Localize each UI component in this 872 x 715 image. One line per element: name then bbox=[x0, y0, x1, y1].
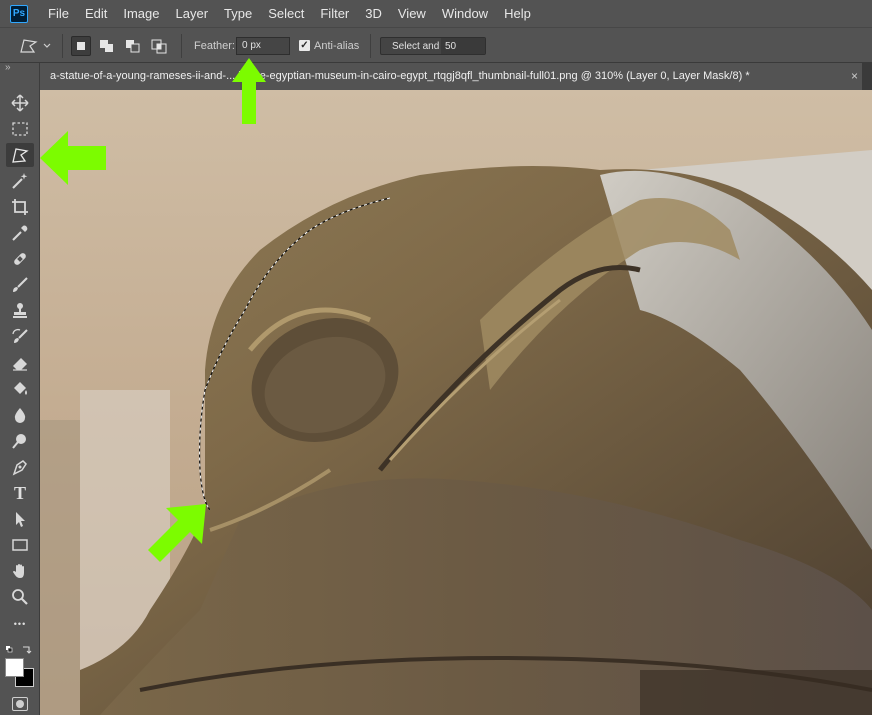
clone-stamp-tool[interactable] bbox=[6, 299, 34, 323]
eyedropper-icon bbox=[12, 225, 28, 241]
quick-mask-icon[interactable] bbox=[12, 697, 28, 711]
pen-nib-icon bbox=[12, 460, 27, 476]
menu-layer[interactable]: Layer bbox=[168, 0, 217, 27]
move-icon bbox=[11, 94, 29, 112]
separator bbox=[370, 34, 371, 58]
magic-wand-icon bbox=[12, 173, 28, 189]
annotation-arrow-left bbox=[40, 131, 106, 185]
pen-tool[interactable] bbox=[6, 455, 34, 479]
dodge-tool[interactable] bbox=[6, 429, 34, 453]
menu-file[interactable]: File bbox=[40, 0, 77, 27]
menu-window[interactable]: Window bbox=[434, 0, 496, 27]
menu-3d[interactable]: 3D bbox=[357, 0, 390, 27]
hand-tool[interactable] bbox=[6, 559, 34, 583]
crop-tool[interactable] bbox=[6, 195, 34, 219]
antialias-checkbox[interactable]: ✓ bbox=[299, 40, 310, 51]
foreground-color-swatch[interactable] bbox=[5, 658, 24, 677]
type-tool[interactable]: T bbox=[6, 481, 34, 505]
hand-icon bbox=[13, 564, 24, 578]
tools-panel: » T ••• bbox=[0, 62, 40, 715]
rectangle-shape-icon bbox=[12, 539, 28, 551]
annotation-arrow-up bbox=[232, 58, 266, 124]
eraser-icon bbox=[13, 358, 27, 371]
select-and-label: Select and bbox=[392, 41, 440, 52]
menu-view[interactable]: View bbox=[390, 0, 434, 27]
add-to-selection-button[interactable] bbox=[97, 36, 117, 56]
separator bbox=[62, 34, 63, 58]
brush-icon bbox=[13, 277, 28, 292]
menu-edit[interactable]: Edit bbox=[77, 0, 115, 27]
subtract-from-selection-button[interactable] bbox=[123, 36, 143, 56]
feather-label: Feather: bbox=[194, 40, 235, 52]
path-selection-arrow-icon bbox=[16, 512, 25, 527]
menu-type[interactable]: Type bbox=[216, 0, 260, 27]
new-selection-button[interactable] bbox=[71, 36, 91, 56]
rectangle-marquee-icon bbox=[12, 122, 28, 136]
select-and-mask-button[interactable]: Select and 50 bbox=[380, 37, 486, 55]
eraser-tool[interactable] bbox=[6, 351, 34, 375]
menu-image[interactable]: Image bbox=[115, 0, 167, 27]
annotation-arrow-diagonal bbox=[148, 504, 206, 562]
statue-photo bbox=[40, 90, 872, 715]
healing-brush-tool[interactable] bbox=[6, 247, 34, 271]
document-canvas[interactable] bbox=[40, 90, 872, 715]
magic-wand-tool[interactable] bbox=[6, 169, 34, 193]
close-icon[interactable]: × bbox=[851, 63, 858, 90]
type-icon: T bbox=[13, 482, 26, 503]
antialias-label: Anti-alias bbox=[314, 40, 360, 52]
brush-tool[interactable] bbox=[6, 273, 34, 297]
history-brush-tool[interactable] bbox=[6, 325, 34, 349]
path-selection-tool[interactable] bbox=[6, 507, 34, 531]
options-bar: Feather: 0 px ✓ Anti-alias Select and 50 bbox=[0, 27, 872, 63]
intersect-selection-button[interactable] bbox=[149, 36, 169, 56]
stamp-icon bbox=[13, 303, 27, 318]
blur-tool[interactable] bbox=[6, 403, 34, 427]
feather-input[interactable]: 0 px bbox=[236, 37, 290, 55]
more-tools[interactable]: ••• bbox=[6, 612, 34, 636]
move-tool[interactable] bbox=[6, 91, 34, 115]
menu-help[interactable]: Help bbox=[496, 0, 539, 27]
tool-preset-picker[interactable] bbox=[18, 36, 52, 56]
dodge-icon bbox=[12, 434, 26, 449]
photoshop-logo: Ps bbox=[10, 4, 28, 23]
menu-filter[interactable]: Filter bbox=[312, 0, 357, 27]
bandage-icon bbox=[14, 253, 26, 265]
document-tab-bar: a-statue-of-a-young-rameses-ii-and-... i… bbox=[40, 63, 872, 90]
ellipsis-icon: ••• bbox=[13, 619, 27, 629]
document-tab[interactable]: a-statue-of-a-young-rameses-ii-and-... i… bbox=[40, 63, 862, 90]
rectangle-tool[interactable] bbox=[6, 533, 34, 557]
magnifier-icon bbox=[12, 589, 28, 605]
collapse-icon[interactable]: » bbox=[5, 62, 11, 73]
marquee-tool[interactable] bbox=[6, 117, 34, 141]
swap-colors-icon bbox=[6, 646, 32, 654]
polygonal-lasso-tool[interactable] bbox=[6, 143, 34, 167]
document-title: a-statue-of-a-young-rameses-ii-and-... i… bbox=[50, 70, 750, 82]
paint-bucket-icon bbox=[14, 382, 27, 395]
polygonal-lasso-icon bbox=[12, 148, 29, 163]
zoom-tool[interactable] bbox=[6, 585, 34, 609]
foreground-background-colors[interactable] bbox=[4, 657, 36, 687]
menu-select[interactable]: Select bbox=[260, 0, 312, 27]
menu-bar: Ps File Edit Image Layer Type Select Fil… bbox=[0, 0, 872, 27]
blur-drop-icon bbox=[14, 408, 26, 423]
separator bbox=[181, 34, 182, 58]
swap-colors-control[interactable] bbox=[5, 643, 35, 655]
polygonal-lasso-icon bbox=[20, 39, 51, 53]
crop-icon bbox=[12, 199, 28, 215]
eyedropper-tool[interactable] bbox=[6, 221, 34, 245]
select-and-value: 50 bbox=[441, 38, 485, 54]
paint-bucket-tool[interactable] bbox=[6, 377, 34, 401]
history-brush-icon bbox=[12, 328, 28, 343]
